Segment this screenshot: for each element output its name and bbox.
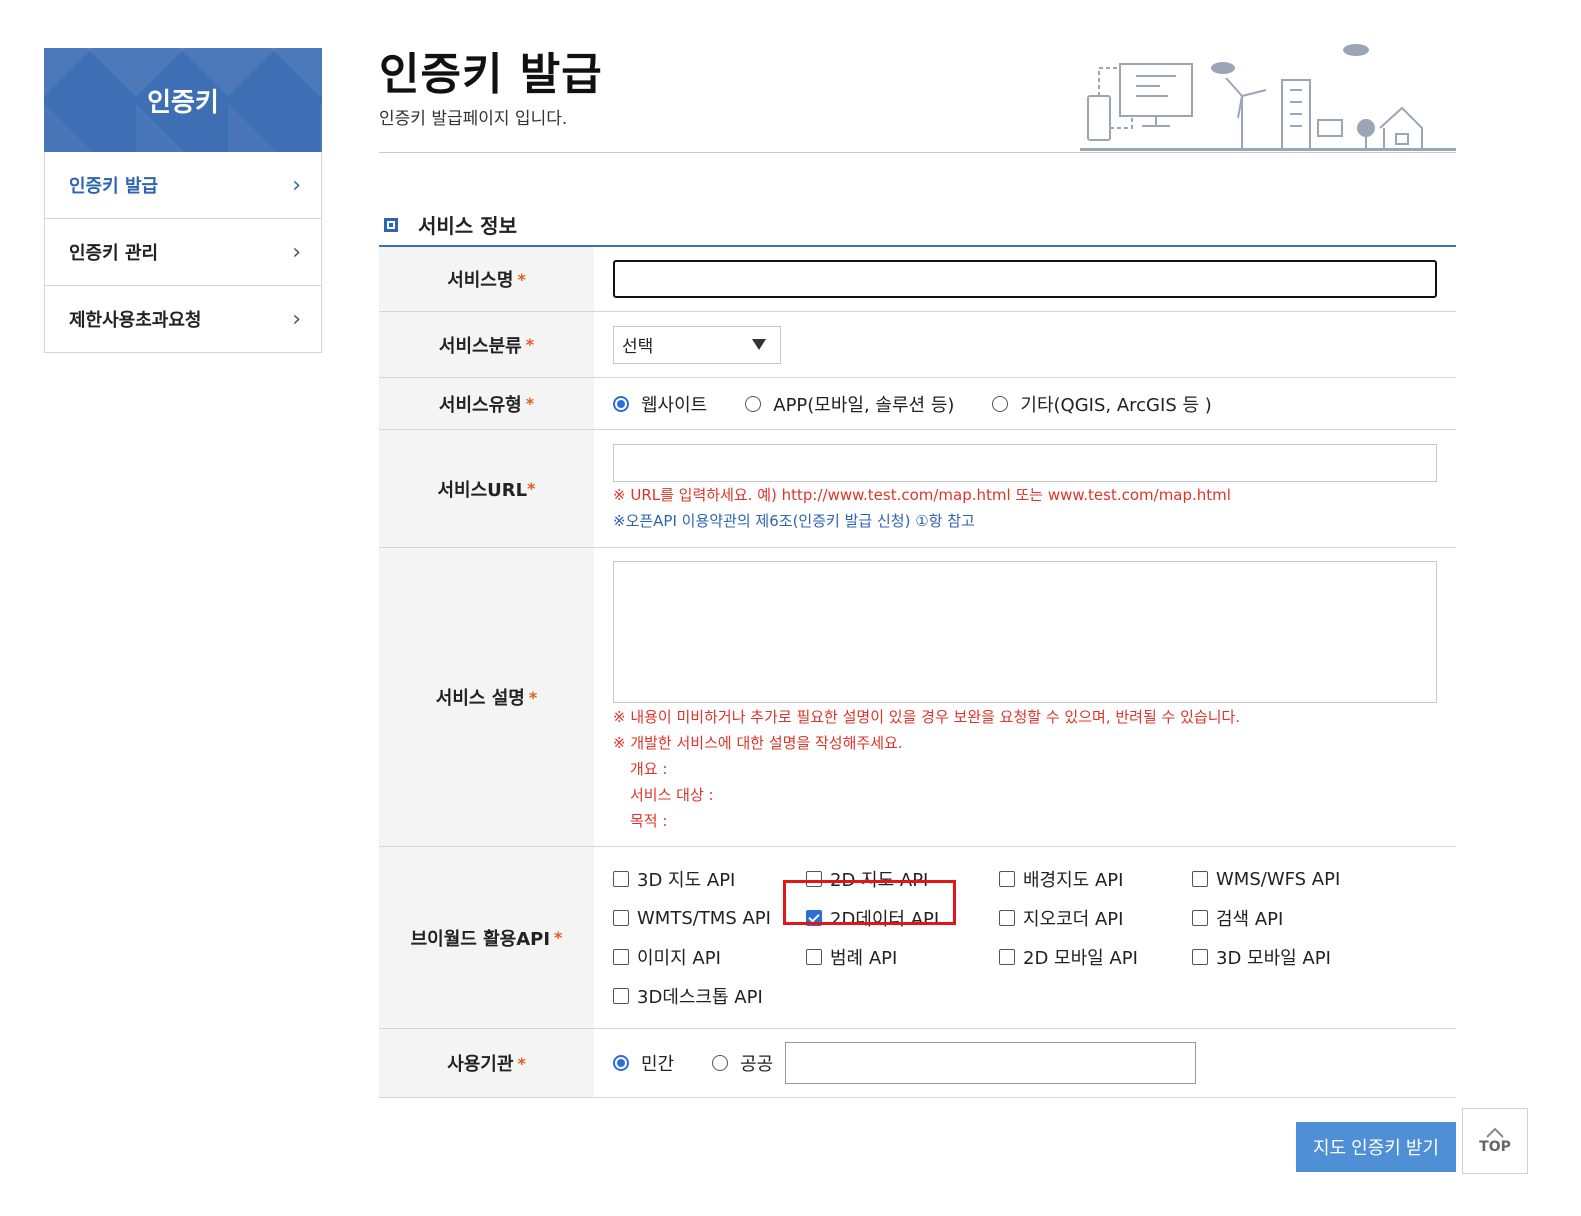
row-vworld-api: 브이월드 활용API * 3D 지도 API 2D 지도 API 배경지도 API… (379, 847, 1456, 1029)
row-service-name: 서비스명 * (379, 247, 1456, 312)
row-org-type: 사용기관 * 민간 공공 (379, 1029, 1456, 1098)
checkbox-wms-wfs-api[interactable]: WMS/WFS API (1192, 866, 1385, 892)
checkbox-icon (1192, 910, 1208, 926)
url-hint: ※ URL를 입력하세요. 예) http://www.test.com/map… (613, 485, 1231, 504)
api-checkbox-grid: 3D 지도 API 2D 지도 API 배경지도 API WMS/WFS API… (613, 866, 1437, 1009)
row-service-url: 서비스URL * ※ URL를 입력하세요. 예) http://www.test… (379, 430, 1456, 548)
required-mark: * (528, 687, 538, 707)
section-title: 서비스 정보 (384, 210, 517, 239)
checkbox-search-api[interactable]: 검색 API (1192, 905, 1385, 931)
required-mark: * (517, 1053, 526, 1073)
service-category-label: 서비스분류 * (379, 312, 594, 377)
page-title: 인증키 발급 (379, 49, 603, 100)
checkbox-legend-api[interactable]: 범례 API (806, 944, 999, 970)
desc-hint-purpose: 목적 : (630, 811, 668, 830)
service-info-form: 서비스명 * 서비스분류 * 선택 서비스유형 * 웹사이트 APP(모바일, 솔루션… (379, 247, 1456, 1098)
service-url-input[interactable] (613, 443, 1437, 482)
row-service-type: 서비스유형 * 웹사이트 APP(모바일, 솔루션 등) 기타(QGIS, Arc… (379, 378, 1456, 430)
required-mark: * (527, 479, 536, 498)
checkbox-geocoder-api[interactable]: 지오코더 API (999, 905, 1192, 931)
city-illustration-icon (1080, 44, 1456, 151)
org-name-input[interactable] (785, 1042, 1197, 1084)
radio-public[interactable]: 공공 (712, 1050, 773, 1076)
radio-website[interactable]: 웹사이트 (613, 391, 707, 417)
chevron-right-icon: › (292, 239, 301, 265)
service-category-select[interactable]: 선택 (613, 325, 781, 364)
terms-hint: ※오픈API 이용약관의 제6조(인증키 발급 신청) ①항 참고 (613, 511, 975, 530)
sidebar: 인증키 인증키 발급 › 인증키 관리 › 제한사용초과요청 › (44, 48, 322, 353)
radio-selected-icon (613, 1055, 629, 1071)
sidebar-item-key-manage[interactable]: 인증키 관리 › (44, 219, 322, 286)
dropdown-arrow-icon (752, 339, 766, 350)
chevron-right-icon: › (292, 172, 301, 198)
sidebar-item-label: 인증키 발급 (69, 176, 159, 197)
checkbox-3d-map-api[interactable]: 3D 지도 API (613, 866, 806, 892)
checkbox-icon (999, 910, 1015, 926)
checkbox-3d-mobile-api[interactable]: 3D 모바일 API (1192, 944, 1385, 970)
service-type-label: 서비스유형 * (379, 378, 594, 429)
desc-hint-1: ※ 내용이 미비하거나 추가로 필요한 설명이 있을 경우 보완을 요청할 수 … (613, 707, 1241, 726)
checkbox-icon (613, 949, 629, 965)
checkbox-icon (806, 949, 822, 965)
radio-other[interactable]: 기타(QGIS, ArcGIS 등 ) (992, 391, 1212, 417)
desc-hint-2: ※ 개발한 서비스에 대한 설명을 작성해주세요. (613, 733, 903, 752)
vworld-api-label: 브이월드 활용API * (379, 847, 594, 1028)
service-name-label: 서비스명 * (379, 247, 594, 311)
required-mark: * (554, 928, 563, 947)
required-mark: * (525, 394, 535, 413)
checkbox-3d-desktop-api[interactable]: 3D데스크톱 API (613, 983, 806, 1009)
checkbox-icon (1192, 871, 1208, 887)
desc-hint-overview: 개요 : (630, 759, 668, 778)
square-bullet-icon (384, 217, 398, 232)
row-service-category: 서비스분류 * 선택 (379, 312, 1456, 378)
radio-icon (712, 1055, 729, 1071)
sidebar-item-label: 제한사용초과요청 (69, 310, 202, 331)
checkbox-icon (613, 871, 629, 887)
get-map-key-button[interactable]: 지도 인증키 받기 (1296, 1122, 1456, 1172)
required-mark: * (517, 269, 526, 289)
chevron-right-icon: › (292, 306, 301, 332)
sidebar-item-label: 인증키 관리 (69, 243, 159, 264)
radio-icon (745, 395, 762, 412)
checkbox-wmts-tms-api[interactable]: WMTS/TMS API (613, 905, 806, 931)
chevron-up-icon (1486, 1127, 1504, 1138)
org-type-label: 사용기관 * (379, 1029, 594, 1097)
top-label: TOP (1479, 1139, 1511, 1155)
required-mark: * (525, 335, 535, 354)
sidebar-item-limit-request[interactable]: 제한사용초과요청 › (44, 286, 322, 353)
highlight-box (783, 880, 956, 925)
checkbox-basemap-api[interactable]: 배경지도 API (999, 866, 1192, 892)
service-desc-label: 서비스 설명 * (379, 548, 594, 846)
select-value: 선택 (622, 337, 654, 357)
service-name-input[interactable] (613, 260, 1437, 298)
row-service-desc: 서비스 설명 * ※ 내용이 미비하거나 추가로 필요한 설명이 있을 경우 보완… (379, 548, 1456, 847)
service-desc-textarea[interactable] (613, 560, 1437, 703)
radio-private[interactable]: 민간 (613, 1050, 674, 1076)
section-title-text: 서비스 정보 (418, 214, 517, 238)
checkbox-icon (613, 988, 629, 1004)
checkbox-image-api[interactable]: 이미지 API (613, 944, 806, 970)
radio-selected-icon (613, 395, 629, 412)
checkbox-icon (1192, 949, 1208, 965)
checkbox-icon (999, 871, 1015, 887)
sidebar-title: 인증키 (44, 48, 322, 152)
sidebar-item-key-issue[interactable]: 인증키 발급 › (44, 152, 322, 219)
checkbox-icon (613, 910, 629, 926)
scroll-top-button[interactable]: TOP (1462, 1108, 1528, 1174)
service-url-label: 서비스URL * (379, 430, 594, 547)
checkbox-2d-mobile-api[interactable]: 2D 모바일 API (999, 944, 1192, 970)
desc-hint-target: 서비스 대상 : (630, 785, 714, 804)
radio-app[interactable]: APP(모바일, 솔루션 등) (745, 391, 954, 417)
page-subtitle: 인증키 발급페이지 입니다. (379, 109, 568, 129)
radio-icon (992, 395, 1009, 412)
checkbox-icon (999, 949, 1015, 965)
